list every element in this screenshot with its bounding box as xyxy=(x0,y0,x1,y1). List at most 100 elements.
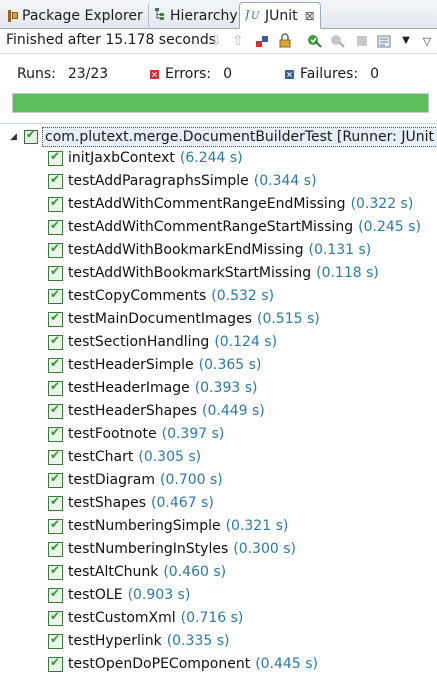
test-duration: (0.397 s) xyxy=(161,426,225,442)
history-dropdown-icon[interactable]: ▼ xyxy=(397,32,415,50)
test-duration: (0.515 s) xyxy=(256,311,320,327)
scroll-lock-icon[interactable] xyxy=(276,32,294,50)
test-row[interactable]: testCustomXml(0.716 s) xyxy=(48,608,243,628)
tree-root-suite[interactable]: ◢ com.plutext.merge.DocumentBuilderTest … xyxy=(10,127,437,147)
errors-counter: × Errors: 0 xyxy=(150,66,232,82)
test-duration: (0.322 s) xyxy=(350,196,414,212)
test-name: testDiagram xyxy=(68,472,155,488)
test-passed-icon xyxy=(48,517,63,534)
test-duration: (0.321 s) xyxy=(225,518,289,534)
test-passed-icon xyxy=(48,149,63,166)
tab-label: Package Explorer xyxy=(22,7,143,24)
test-duration: (0.467 s) xyxy=(151,495,214,511)
tab-package-explorer[interactable]: Package Explorer xyxy=(2,3,149,27)
failures-counter: × Failures: 0 xyxy=(285,66,379,82)
close-tab-icon[interactable]: ⊠ xyxy=(305,9,315,23)
test-name: testHeaderShapes xyxy=(68,403,197,419)
test-row[interactable]: testAddWithCommentRangeEndMissing(0.322 … xyxy=(48,194,413,214)
package-explorer-icon xyxy=(8,9,18,22)
test-duration: (0.245 s) xyxy=(358,219,421,235)
rerun-test-icon[interactable] xyxy=(306,32,324,50)
test-counters-panel: Runs: 23/23 × Errors: 0 × Failures: 0 xyxy=(0,54,437,122)
test-passed-icon xyxy=(48,379,63,396)
test-name: testFootnote xyxy=(68,426,157,442)
test-duration: (0.131 s) xyxy=(308,242,372,258)
test-duration: (0.365 s) xyxy=(198,357,262,373)
stop-icon[interactable] xyxy=(353,32,371,50)
test-row[interactable]: testOLE(0.903 s) xyxy=(48,585,190,605)
test-name: testAddWithCommentRangeStartMissing xyxy=(68,219,354,235)
test-passed-icon xyxy=(48,494,63,511)
tab-label: JUnit xyxy=(265,7,298,24)
view-menu-icon[interactable]: ▽ xyxy=(418,32,436,50)
test-row[interactable]: initJaxbContext(6.244 s) xyxy=(48,148,243,168)
test-run-history-icon[interactable] xyxy=(376,32,394,50)
view-tab-strip: Package Explorer Hierarchy J U JUnit ⊠ xyxy=(0,0,437,29)
test-passed-icon xyxy=(48,333,63,350)
tab-hierarchy[interactable]: Hierarchy xyxy=(148,3,244,27)
test-passed-icon xyxy=(48,356,63,373)
test-passed-icon xyxy=(48,655,63,672)
test-passed-icon xyxy=(48,310,63,327)
error-icon: × xyxy=(150,69,159,79)
test-passed-icon xyxy=(48,448,63,465)
test-duration: (0.460 s) xyxy=(163,564,227,580)
test-name: testAddParagraphsSimple xyxy=(68,173,249,189)
test-row[interactable]: testHeaderShapes (0.449 s) xyxy=(48,401,265,421)
test-row[interactable]: testAltChunk(0.460 s) xyxy=(48,562,226,582)
test-row[interactable]: testMainDocumentImages(0.515 s) xyxy=(48,309,320,329)
test-name: testAddWithCommentRangeEndMissing xyxy=(68,196,346,212)
test-duration: (6.244 s) xyxy=(179,150,243,166)
test-row[interactable]: testAddWithBookmarkStartMissing(0.118 s) xyxy=(48,263,379,283)
test-row[interactable]: testAddWithBookmarkEndMissing(0.131 s) xyxy=(48,240,371,260)
next-failure-icon[interactable]: ⇩ xyxy=(207,32,225,50)
runs-counter: Runs: 23/23 xyxy=(17,66,108,82)
test-name: testOpenDoPEComponent xyxy=(68,656,251,672)
tab-junit[interactable]: J U JUnit ⊠ xyxy=(239,2,321,29)
test-passed-icon xyxy=(48,471,63,488)
test-passed-icon xyxy=(48,586,63,603)
test-passed-icon xyxy=(48,540,63,557)
test-row[interactable]: testSectionHandling(0.124 s) xyxy=(48,332,277,352)
previous-failure-icon[interactable]: ⇧ xyxy=(229,32,247,50)
test-passed-icon xyxy=(48,425,63,442)
tab-label: Hierarchy xyxy=(170,7,238,24)
test-row[interactable]: testHeaderImage(0.393 s) xyxy=(48,378,257,398)
test-passed-icon xyxy=(48,609,63,626)
test-row[interactable]: testFootnote(0.397 s) xyxy=(48,424,224,444)
test-row[interactable]: testDiagram (0.700 s) xyxy=(48,470,223,490)
test-row[interactable]: testNumberingInStyles(0.300 s) xyxy=(48,539,296,559)
test-name: testSectionHandling xyxy=(68,334,210,350)
test-duration: (0.532 s) xyxy=(211,288,275,304)
test-row[interactable]: testOpenDoPEComponent(0.445 s) xyxy=(48,654,318,674)
junit-toolbar: Finished after 15.178 seconds ⇩ ⇧ ▼ ▽ xyxy=(0,29,437,54)
test-row[interactable]: testHyperlink(0.335 s) xyxy=(48,631,229,651)
test-name: testShapes xyxy=(68,495,147,511)
failures-value: 0 xyxy=(370,66,379,82)
test-row[interactable]: testShapes(0.467 s) xyxy=(48,493,214,513)
test-row[interactable]: testHeaderSimple(0.365 s) xyxy=(48,355,261,375)
run-status-message: Finished after 15.178 seconds xyxy=(6,32,217,48)
test-name: testOLE xyxy=(68,587,123,603)
collapse-arrow-icon[interactable]: ◢ xyxy=(10,132,20,142)
test-name: testMainDocumentImages xyxy=(68,311,252,327)
test-row[interactable]: testChart(0.305 s) xyxy=(48,447,201,467)
errors-label: Errors: xyxy=(165,66,212,82)
svg-text:J: J xyxy=(245,8,250,21)
test-row[interactable]: testAddWithCommentRangeStartMissing(0.24… xyxy=(48,217,421,237)
test-row[interactable]: testNumberingSimple(0.321 s) xyxy=(48,516,288,536)
test-row[interactable]: testCopyComments(0.532 s) xyxy=(48,286,274,306)
test-passed-icon xyxy=(48,241,63,258)
test-duration: (0.335 s) xyxy=(166,633,230,649)
test-passed-icon xyxy=(48,264,63,281)
panel-divider xyxy=(0,123,437,124)
rerun-failed-first-icon[interactable] xyxy=(329,32,347,50)
junit-icon: J U xyxy=(243,7,261,25)
test-name: testHeaderImage xyxy=(68,380,190,396)
show-failures-only-icon[interactable] xyxy=(253,32,271,50)
test-passed-icon xyxy=(48,218,63,235)
test-row[interactable]: testAddParagraphsSimple(0.344 s) xyxy=(48,171,317,191)
svg-text:U: U xyxy=(251,11,260,21)
test-name: initJaxbContext xyxy=(68,150,175,166)
test-passed-icon xyxy=(48,563,63,580)
